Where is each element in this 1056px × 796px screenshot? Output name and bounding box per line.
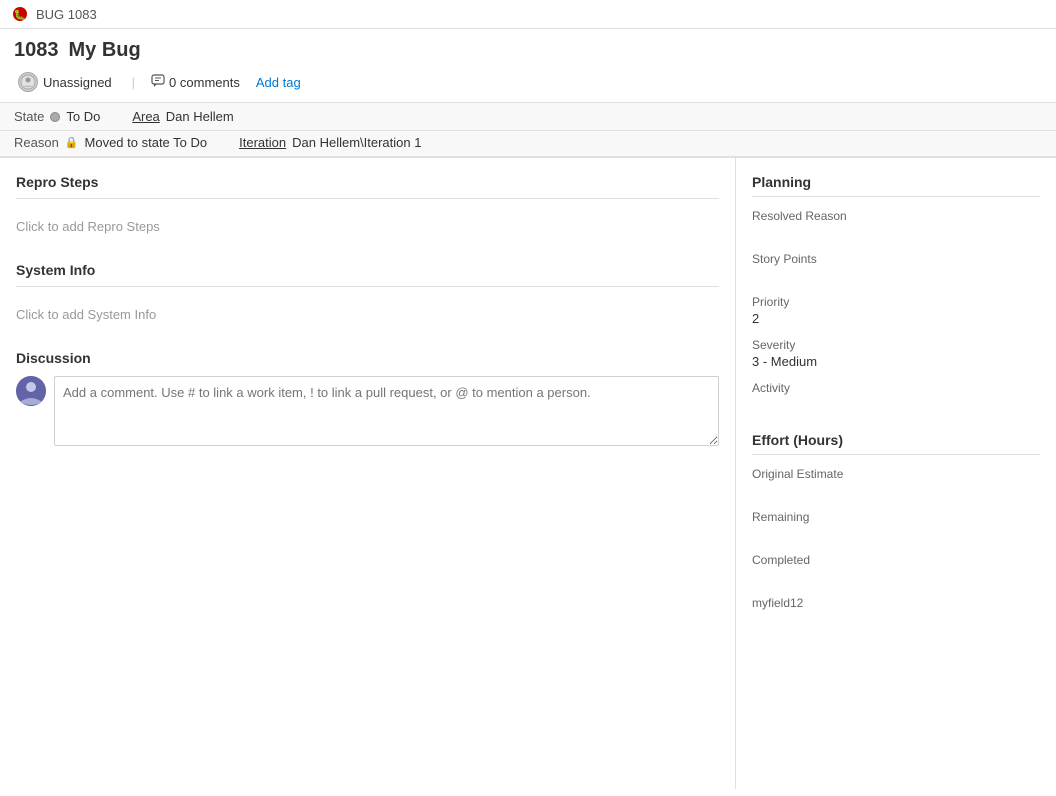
- discussion-title: Discussion: [16, 350, 719, 366]
- activity-value[interactable]: [752, 397, 1040, 412]
- comments-button[interactable]: 0 comments: [151, 74, 240, 91]
- system-info-title: System Info: [16, 262, 719, 278]
- iteration-value[interactable]: Dan Hellem\Iteration 1: [292, 135, 421, 150]
- lock-icon: 🔒: [65, 136, 79, 149]
- severity-value[interactable]: 3 - Medium: [752, 354, 1040, 369]
- activity-field: Activity: [752, 381, 1040, 412]
- state-value[interactable]: To Do: [66, 109, 100, 124]
- system-info-divider: [16, 286, 719, 287]
- original-estimate-label: Original Estimate: [752, 467, 1040, 481]
- effort-title: Effort (Hours): [752, 432, 1040, 448]
- reason-label: Reason: [14, 135, 59, 150]
- title-bar-text: BUG 1083: [36, 7, 97, 22]
- title-bar: 🐛 BUG 1083: [0, 0, 1056, 29]
- svg-text:🐛: 🐛: [14, 8, 26, 21]
- story-points-value[interactable]: [752, 268, 1040, 283]
- discussion-section: Discussion: [16, 350, 719, 449]
- iteration-field-group: Iteration Dan Hellem\Iteration 1: [239, 135, 421, 150]
- state-field-group: State To Do: [14, 109, 100, 124]
- area-label[interactable]: Area: [132, 109, 159, 124]
- state-indicator: [50, 112, 60, 122]
- meta-row: Unassigned | 0 comments Add tag: [14, 70, 1042, 94]
- area-value[interactable]: Dan Hellem: [166, 109, 234, 124]
- main-content: Repro Steps Click to add Repro Steps Sys…: [0, 158, 1056, 789]
- right-pane: Planning Resolved Reason Story Points Pr…: [736, 158, 1056, 789]
- comment-input-row: [16, 376, 719, 449]
- reason-value: Moved to state To Do: [85, 135, 208, 150]
- myfield12-label: myfield12: [752, 596, 1040, 610]
- title-row: 1083 My Bug: [14, 39, 1042, 62]
- add-tag-button[interactable]: Add tag: [256, 75, 301, 90]
- repro-steps-title: Repro Steps: [16, 174, 719, 190]
- area-field-group: Area Dan Hellem: [132, 109, 233, 124]
- priority-field: Priority 2: [752, 295, 1040, 326]
- resolved-reason-label: Resolved Reason: [752, 209, 1040, 223]
- planning-divider: [752, 196, 1040, 197]
- priority-value[interactable]: 2: [752, 311, 1040, 326]
- fields-bar-row2: Reason 🔒 Moved to state To Do Iteration …: [0, 131, 1056, 158]
- resolved-reason-value[interactable]: [752, 225, 1040, 240]
- remaining-value[interactable]: [752, 526, 1040, 541]
- planning-section: Planning Resolved Reason Story Points Pr…: [752, 174, 1040, 412]
- effort-divider: [752, 454, 1040, 455]
- story-points-field: Story Points: [752, 252, 1040, 283]
- original-estimate-value[interactable]: [752, 483, 1040, 498]
- remaining-field: Remaining: [752, 510, 1040, 541]
- work-item-header: 1083 My Bug Unassigned |: [0, 29, 1056, 103]
- severity-label: Severity: [752, 338, 1040, 352]
- state-label: State: [14, 109, 44, 124]
- left-pane: Repro Steps Click to add Repro Steps Sys…: [0, 158, 736, 789]
- original-estimate-field: Original Estimate: [752, 467, 1040, 498]
- completed-value[interactable]: [752, 569, 1040, 584]
- severity-field: Severity 3 - Medium: [752, 338, 1040, 369]
- repro-steps-section: Repro Steps Click to add Repro Steps: [16, 174, 719, 238]
- avatar: [18, 72, 38, 92]
- reason-field-group: Reason 🔒 Moved to state To Do: [14, 135, 207, 150]
- iteration-label[interactable]: Iteration: [239, 135, 286, 150]
- priority-label: Priority: [752, 295, 1040, 309]
- comment-input-box: [54, 376, 719, 449]
- planning-title: Planning: [752, 174, 1040, 190]
- system-info-placeholder[interactable]: Click to add System Info: [16, 303, 719, 326]
- fields-bar-row1: State To Do Area Dan Hellem: [0, 103, 1056, 131]
- comment-textarea[interactable]: [54, 376, 719, 446]
- user-avatar: [16, 376, 46, 406]
- system-info-section: System Info Click to add System Info: [16, 262, 719, 326]
- separator: |: [132, 75, 135, 90]
- assigned-to-button[interactable]: Unassigned: [14, 70, 116, 94]
- myfield12-value[interactable]: [752, 612, 1040, 627]
- comments-count: 0 comments: [169, 75, 240, 90]
- repro-steps-placeholder[interactable]: Click to add Repro Steps: [16, 215, 719, 238]
- completed-label: Completed: [752, 553, 1040, 567]
- comment-icon: [151, 74, 165, 91]
- assigned-to-label: Unassigned: [43, 75, 112, 90]
- completed-field: Completed: [752, 553, 1040, 584]
- myfield12-field: myfield12: [752, 596, 1040, 627]
- resolved-reason-field: Resolved Reason: [752, 209, 1040, 240]
- remaining-label: Remaining: [752, 510, 1040, 524]
- story-points-label: Story Points: [752, 252, 1040, 266]
- repro-steps-divider: [16, 198, 719, 199]
- effort-section: Effort (Hours) Original Estimate Remaini…: [752, 432, 1040, 627]
- work-item-id: 1083: [14, 39, 59, 62]
- work-item-title[interactable]: My Bug: [69, 39, 141, 62]
- bug-icon: 🐛: [12, 6, 28, 22]
- activity-label: Activity: [752, 381, 1040, 395]
